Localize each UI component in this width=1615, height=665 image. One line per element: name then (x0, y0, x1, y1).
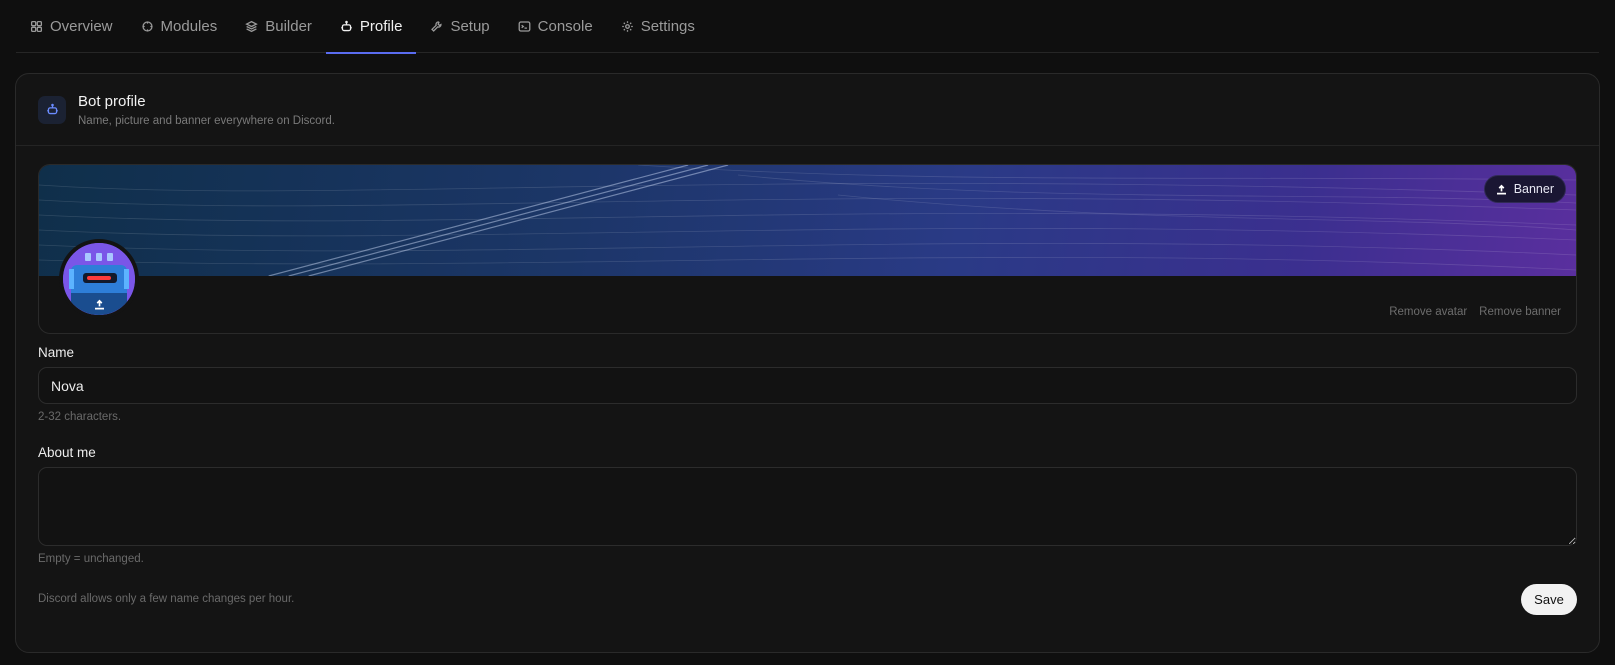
upload-icon (1496, 184, 1506, 194)
tab-console[interactable]: Console (504, 0, 607, 53)
card-subtitle: Name, picture and banner everywhere on D… (78, 114, 335, 127)
bot-icon (341, 20, 352, 31)
bot-profile-card: Bot profile Name, picture and banner eve… (15, 73, 1600, 653)
wrench-icon (431, 20, 443, 32)
tab-label: Overview (50, 17, 113, 35)
layers-icon (245, 20, 259, 32)
name-label: Name (38, 345, 75, 360)
name-hint: 2-32 characters. (38, 411, 122, 423)
banner-actions: Remove avatar Remove banner (1389, 306, 1561, 318)
tab-bar: Overview Modules Builder Profile Setup C… (16, 0, 1599, 54)
tab-label: Builder (265, 17, 312, 35)
upload-icon (94, 299, 104, 309)
tab-profile[interactable]: Profile (325, 0, 417, 54)
bot-icon (38, 95, 66, 124)
tab-label: Modules (160, 17, 218, 35)
upload-banner-label: Banner (1513, 182, 1554, 196)
card-header: Bot profile Name, picture and banner eve… (16, 74, 1599, 146)
tab-label: Setup (450, 17, 490, 35)
about-me-label: About me (38, 445, 96, 460)
avatar[interactable] (59, 239, 139, 319)
upload-banner-button[interactable]: Banner (1483, 175, 1566, 203)
remove-avatar-link[interactable]: Remove avatar (1389, 306, 1467, 318)
remove-banner-link[interactable]: Remove banner (1479, 306, 1561, 318)
rate-limit-note: Discord allows only a few name changes p… (38, 593, 295, 605)
tab-settings[interactable]: Settings (607, 0, 709, 53)
tab-label: Console (537, 17, 593, 35)
about-me-textarea[interactable] (38, 467, 1577, 546)
avatar-upload-overlay[interactable] (63, 293, 135, 315)
banner-image[interactable] (39, 165, 1576, 276)
name-input[interactable] (38, 367, 1577, 404)
tab-label: Settings (640, 17, 695, 35)
terminal-icon (518, 20, 531, 32)
tab-label: Profile (359, 17, 403, 35)
tab-overview[interactable]: Overview (16, 0, 127, 53)
tab-builder[interactable]: Builder (231, 0, 326, 53)
gear-icon (621, 20, 633, 32)
card-title: Bot profile (78, 92, 146, 110)
save-button[interactable]: Save (1521, 584, 1577, 615)
grid-icon (30, 20, 43, 32)
about-me-hint: Empty = unchanged. (38, 553, 144, 565)
puzzle-icon (141, 20, 153, 32)
banner-wave-pattern (39, 165, 1576, 276)
banner-preview: Banner Remove avatar Remove banner (38, 164, 1577, 334)
tab-modules[interactable]: Modules (127, 0, 232, 53)
tab-setup[interactable]: Setup (416, 0, 503, 53)
